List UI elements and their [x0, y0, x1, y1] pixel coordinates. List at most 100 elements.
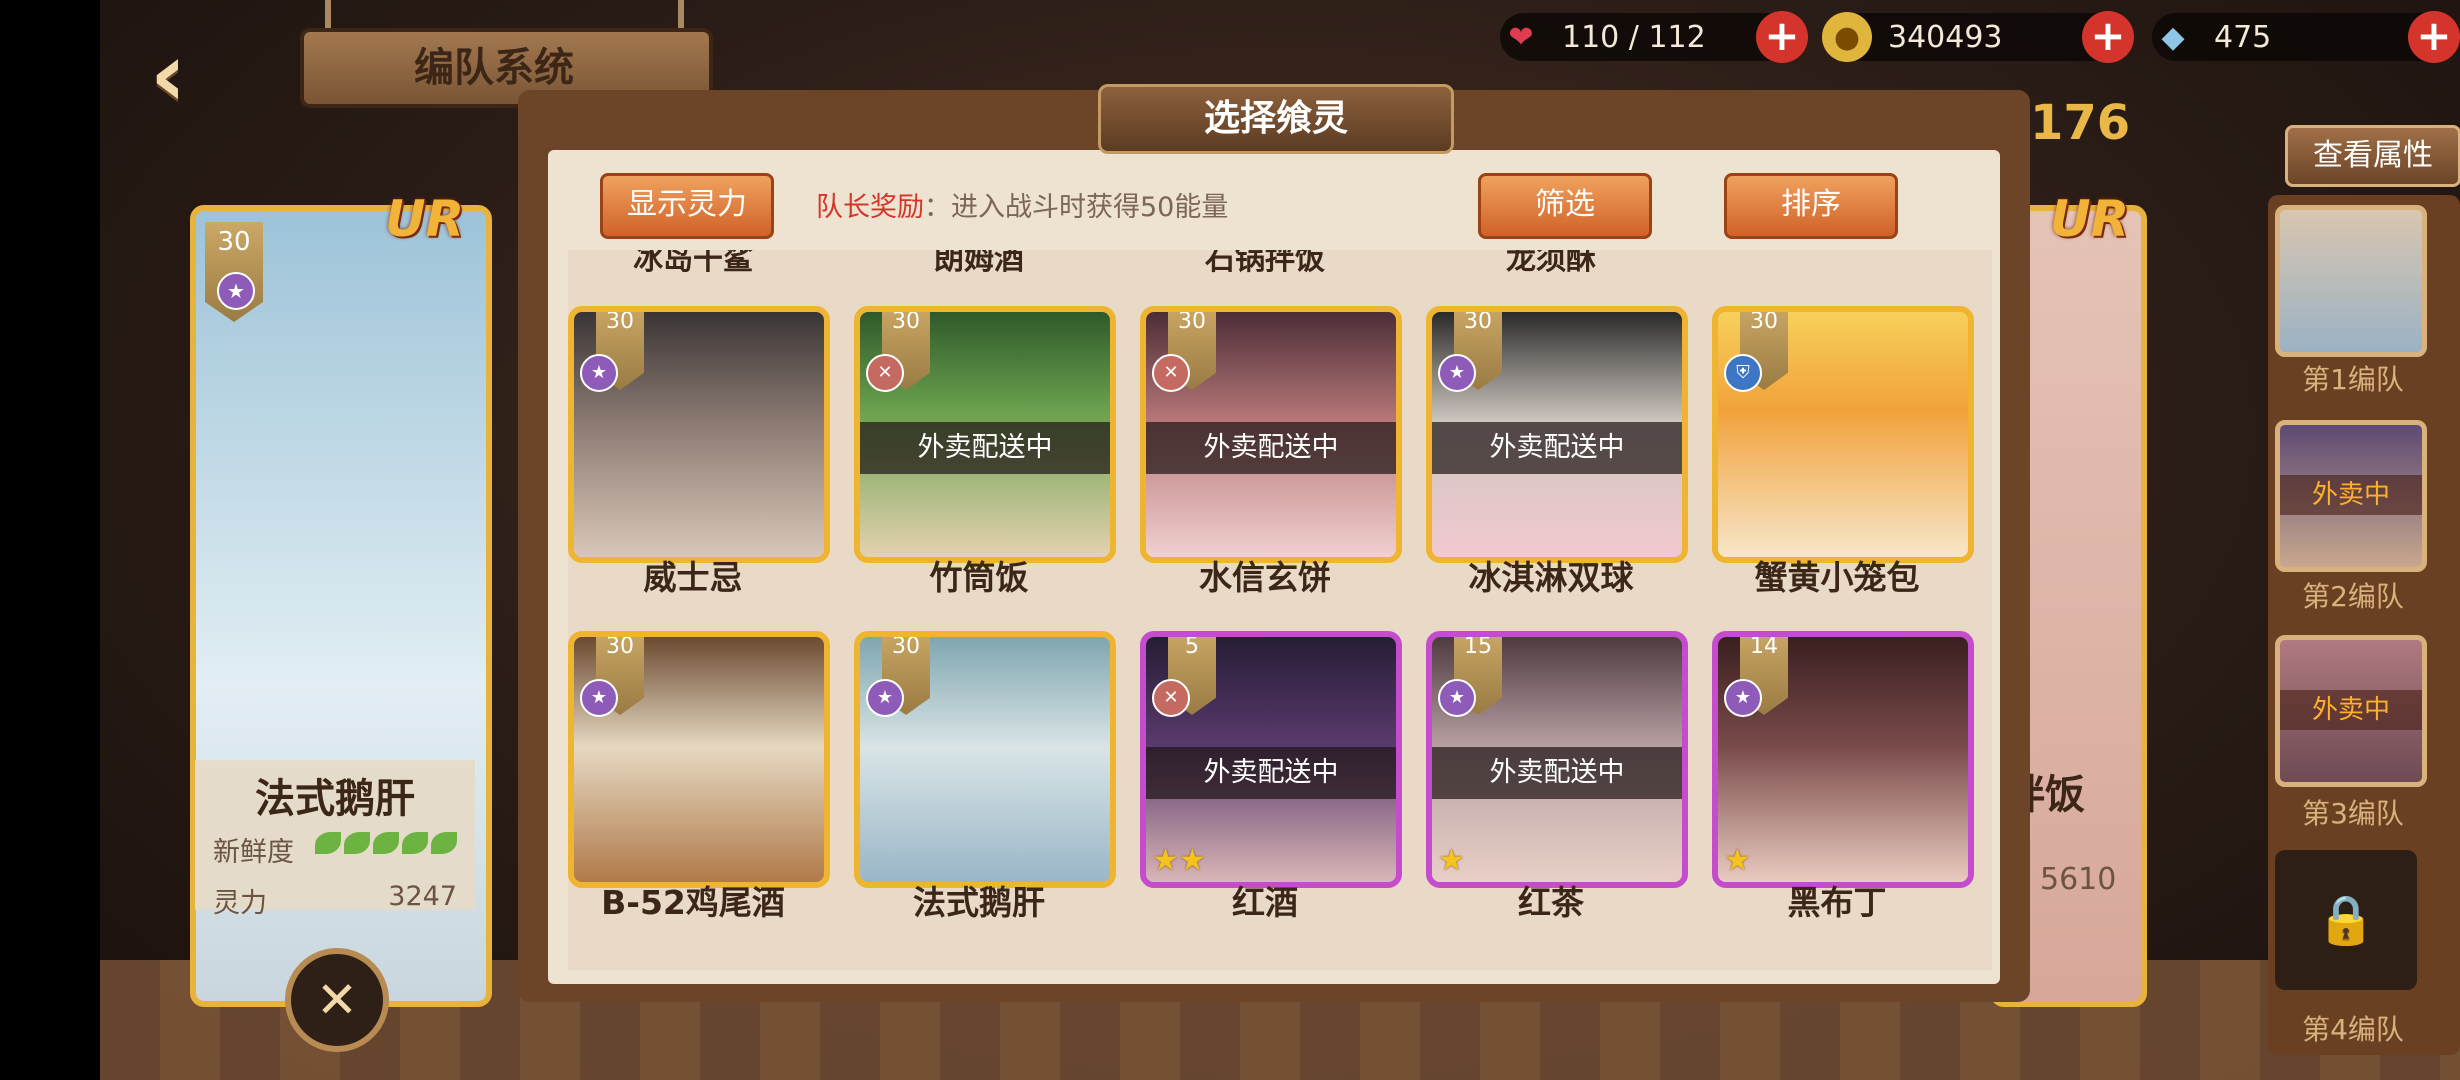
card-name: 红茶	[1518, 883, 1584, 922]
level-value: 30	[892, 309, 920, 334]
freshness-label: 新鲜度	[213, 837, 294, 868]
delivery-status: 外卖配送中	[1432, 422, 1682, 474]
character-card[interactable]: 30 ✕ 外卖配送中 水信玄饼	[1140, 250, 1403, 597]
star-class-icon: ★	[217, 272, 255, 310]
character-portrait[interactable]: 30 ⛨	[1712, 306, 1974, 563]
team-label: 第4编队	[2302, 1013, 2404, 1046]
team-label: 第3编队	[2302, 797, 2404, 830]
character-card[interactable]: 15 ★ 外卖配送中 ★ 红茶	[1426, 571, 1689, 922]
card-name: 黑布丁	[1787, 883, 1887, 922]
class-icon: ★	[866, 679, 904, 717]
character-card[interactable]: 30 ★ 法式鹅肝	[854, 571, 1117, 922]
sort-button[interactable]: 排序	[1724, 173, 1898, 239]
power-value: 5610	[2040, 862, 2117, 897]
gold-counter: ● 340493 +	[1822, 11, 2134, 63]
class-icon: ★	[1438, 354, 1476, 392]
character-info: 法式鹅肝 新鲜度 灵力 3247	[195, 760, 475, 919]
leader-bonus-text: 进入战斗时获得50能量	[951, 192, 1229, 223]
class-icon: ✕	[1152, 354, 1190, 392]
crystal-icon: ◆	[2161, 19, 2185, 55]
team-label: 第2编队	[2302, 580, 2404, 613]
character-card[interactable]: 30 ✕ 外卖配送中 竹筒饭	[854, 250, 1117, 597]
character-card[interactable]: 30 ★ 威士忌	[568, 250, 831, 597]
filter-button[interactable]: 筛选	[1478, 173, 1652, 239]
power-label: 灵力	[213, 888, 267, 919]
class-icon: ★	[1438, 679, 1476, 717]
class-icon: ⛨	[1724, 354, 1762, 392]
character-portrait[interactable]: 30 ✕ 外卖配送中	[1140, 306, 1402, 563]
rope	[678, 0, 684, 30]
character-portrait[interactable]: 5 ✕ 外卖配送中 ★★	[1140, 631, 1402, 888]
class-icon: ★	[580, 679, 618, 717]
level-value: 15	[1464, 634, 1492, 659]
rarity-badge: UR	[385, 190, 465, 248]
total-power-value: 176	[2030, 95, 2131, 151]
back-arrow-icon[interactable]: ‹	[150, 31, 240, 119]
view-attributes-button[interactable]: 查看属性	[2285, 125, 2460, 187]
delivery-status: 外卖配送中	[860, 422, 1110, 474]
level-value: 5	[1185, 634, 1199, 659]
delivery-status: 外卖配送中	[1146, 747, 1396, 799]
card-name: B-52鸡尾酒	[601, 883, 785, 922]
character-card[interactable]: 14 ★ ★ 黑布丁	[1712, 571, 1975, 922]
level-value: 14	[1750, 634, 1778, 659]
class-icon: ✕	[866, 354, 904, 392]
freshness-row: 新鲜度	[195, 824, 475, 875]
character-card[interactable]: 30 ★ B-52鸡尾酒	[568, 571, 831, 922]
show-power-button[interactable]: 显示灵力	[600, 173, 774, 239]
stamina-value: 110 / 112	[1562, 19, 1706, 55]
delivery-status: 外卖配送中	[1146, 422, 1396, 474]
level-badge: 30 ★	[205, 222, 263, 322]
gold-coin-icon: ●	[1822, 12, 1872, 62]
lock-icon: 🔒	[2316, 892, 2376, 948]
team-slot-3[interactable]: 外卖中	[2275, 635, 2427, 787]
leader-bonus-label: 队长奖励	[816, 192, 924, 223]
gold-value: 340493	[1888, 19, 2003, 55]
star-rating-icon: ★	[1724, 843, 1751, 878]
freshness-leaves-icon	[312, 830, 457, 869]
team-label: 第1编队	[2302, 363, 2404, 396]
level-value: 30	[892, 634, 920, 659]
rope	[325, 0, 331, 30]
locked-team-slot[interactable]: 🔒	[2275, 850, 2417, 990]
team-slot-1[interactable]	[2275, 205, 2427, 357]
character-portrait[interactable]: 30 ✕ 外卖配送中	[854, 306, 1116, 563]
add-crystal-button[interactable]: +	[2408, 11, 2460, 63]
character-card[interactable]: 30 ⛨ 蟹黄小笼包	[1712, 250, 1975, 597]
character-portrait[interactable]: 30 ★ 外卖配送中	[1426, 306, 1688, 563]
character-portrait[interactable]: 15 ★ 外卖配送中 ★	[1426, 631, 1688, 888]
resource-bar: ❤ 110 / 112 + ● 340493 + ◆ 475 +	[1500, 8, 2460, 66]
crystal-value: 475	[2214, 19, 2272, 55]
crystal-counter: ◆ 475 +	[2152, 11, 2460, 63]
add-gold-button[interactable]: +	[2082, 11, 2134, 63]
heart-icon: ❤	[1508, 19, 1534, 55]
character-grid: 冰岛干鲨 朗姆酒 石锅拌饭 龙须酥 30 ★ 威士忌 30 ✕ 外卖配送中 竹筒饭 30 ✕ 外卖…	[568, 250, 1992, 970]
level-value: 30	[1178, 309, 1206, 334]
rarity-badge: UR	[2050, 190, 2130, 248]
character-portrait[interactable]: 14 ★ ★	[1712, 631, 1974, 888]
character-portrait[interactable]: 30 ★	[568, 306, 830, 563]
character-card[interactable]: 5 ✕ 外卖配送中 ★★ 红酒	[1140, 571, 1403, 922]
character-portrait[interactable]: 30 ★	[568, 631, 830, 888]
power-value: 3247	[388, 881, 457, 912]
leader-bonus: 队长奖励：进入战斗时获得50能量	[816, 192, 1229, 223]
character-portrait[interactable]: 30 ★	[854, 631, 1116, 888]
fork-knife-icon[interactable]: ✕	[285, 948, 389, 1052]
delivery-status: 外卖配送中	[1432, 747, 1682, 799]
class-icon: ★	[580, 354, 618, 392]
team-status: 外卖中	[2280, 690, 2422, 730]
level-value: 30	[606, 634, 634, 659]
card-name: 法式鹅肝	[913, 883, 1045, 922]
add-stamina-button[interactable]: +	[1756, 11, 1808, 63]
stamina-counter: ❤ 110 / 112 +	[1500, 11, 1808, 63]
team-slot-2[interactable]: 外卖中	[2275, 420, 2427, 572]
character-card[interactable]: 30 ★ 外卖配送中 冰淇淋双球	[1426, 250, 1689, 597]
level-value: 30	[606, 309, 634, 334]
class-icon: ★	[1724, 679, 1762, 717]
character-name: 法式鹅肝	[255, 776, 415, 822]
star-rating-icon: ★	[1438, 843, 1465, 878]
team-status: 外卖中	[2280, 475, 2422, 515]
letterbox	[0, 0, 100, 1080]
star-rating-icon: ★★	[1152, 843, 1206, 878]
card-name: 红酒	[1232, 883, 1298, 922]
